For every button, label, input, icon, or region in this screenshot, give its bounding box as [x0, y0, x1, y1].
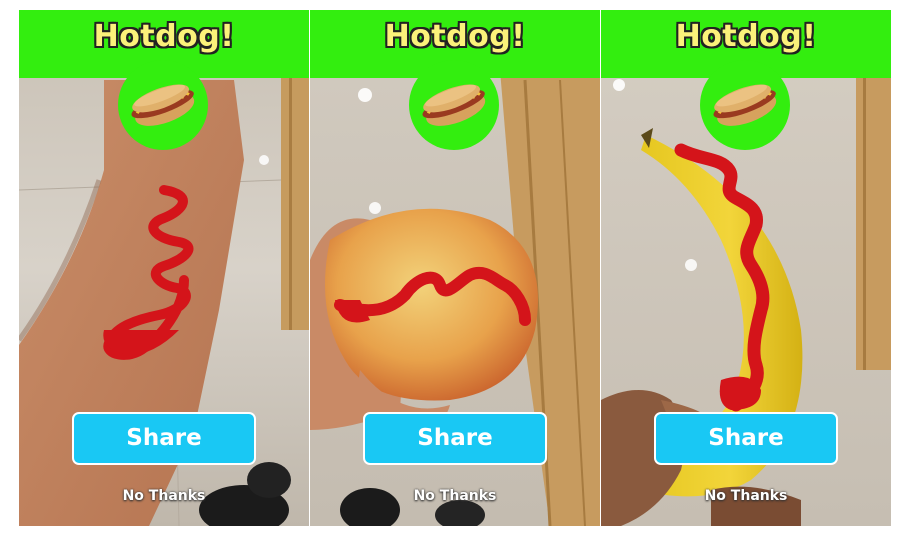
no-thanks-link[interactable]: No Thanks — [310, 488, 600, 504]
result-title: Hotdog! — [93, 19, 235, 54]
result-title: Hotdog! — [675, 19, 817, 54]
share-button[interactable]: Share — [654, 412, 838, 465]
result-title: Hotdog! — [384, 19, 526, 54]
hotdog-badge — [118, 60, 208, 150]
screens-container: Hotdog! Share No Thanks Hotdog! Share No… — [19, 10, 891, 526]
hotdog-badge — [409, 60, 499, 150]
share-button[interactable]: Share — [72, 412, 256, 465]
hotdog-badge — [700, 60, 790, 150]
hotdog-icon — [131, 84, 195, 126]
screen-apple: Hotdog! Share No Thanks — [310, 10, 600, 526]
hotdog-icon — [422, 84, 486, 126]
no-thanks-link[interactable]: No Thanks — [19, 488, 309, 504]
hotdog-icon — [713, 84, 777, 126]
share-button[interactable]: Share — [363, 412, 547, 465]
screen-arm: Hotdog! Share No Thanks — [19, 10, 309, 526]
no-thanks-link[interactable]: No Thanks — [601, 488, 891, 504]
screen-banana: Hotdog! Share No Thanks — [601, 10, 891, 526]
